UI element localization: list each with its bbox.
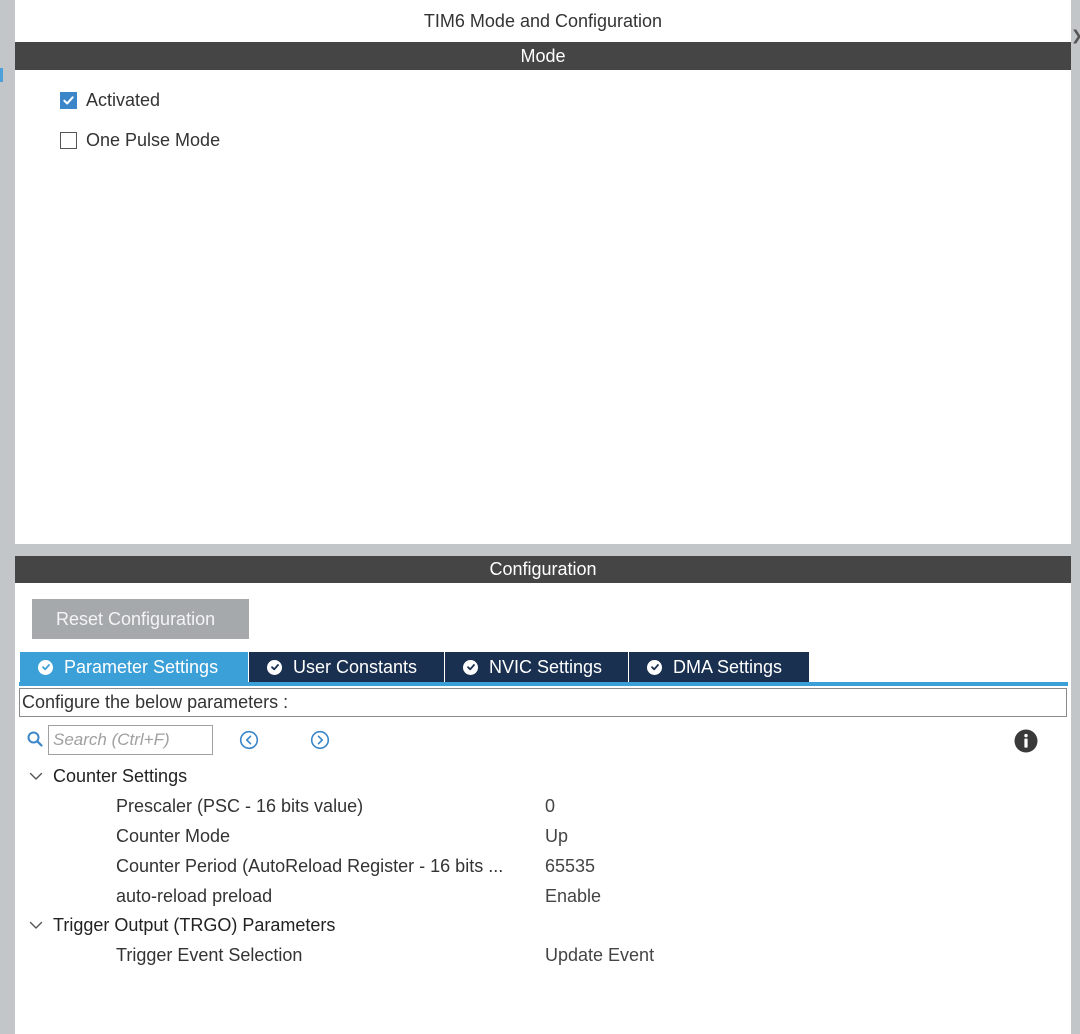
tab-user-constants[interactable]: User Constants <box>249 652 445 682</box>
left-edge-marker <box>0 68 3 82</box>
check-icon <box>63 95 74 104</box>
check-circle-icon <box>267 659 282 675</box>
chevron-left-circle-icon[interactable] <box>239 730 259 750</box>
search-input[interactable] <box>48 725 213 755</box>
param-name: Prescaler (PSC - 16 bits value) <box>116 796 364 816</box>
left-panel-edge <box>0 0 15 1034</box>
chevron-right-circle-icon[interactable] <box>310 730 330 750</box>
collapse-arrow-icon[interactable]: ❯ <box>1071 26 1080 44</box>
configuration-section-header: Configuration <box>15 556 1071 583</box>
one-pulse-mode-label: One Pulse Mode <box>86 129 221 150</box>
configure-hint: Configure the below parameters : <box>19 688 1067 717</box>
check-circle-icon <box>38 659 53 675</box>
right-panel-edge <box>1071 0 1080 1034</box>
mode-section-header: Mode <box>15 42 1071 70</box>
param-name: auto-reload preload <box>116 886 273 906</box>
counter-settings-group[interactable]: Counter Settings <box>28 764 187 788</box>
check-circle-icon <box>463 659 478 675</box>
panel-title: TIM6 Mode and Configuration <box>15 0 1071 42</box>
search-icon <box>27 731 43 747</box>
tab-dma-settings[interactable]: DMA Settings <box>629 652 810 682</box>
tab-label: NVIC Settings <box>489 656 603 677</box>
reset-configuration-button[interactable]: Reset Configuration <box>32 599 249 639</box>
one-pulse-mode-checkbox[interactable] <box>60 131 77 149</box>
param-name: Counter Mode <box>116 826 231 846</box>
trgo-parameters-group[interactable]: Trigger Output (TRGO) Parameters <box>28 913 335 937</box>
param-value[interactable]: 65535 <box>545 854 595 878</box>
param-name: Counter Period (AutoReload Register - 16… <box>116 856 504 876</box>
one-pulse-mode-checkbox-row[interactable]: One Pulse Mode <box>60 129 220 151</box>
param-value[interactable]: Up <box>545 824 568 848</box>
param-value[interactable]: Update Event <box>545 943 654 967</box>
chevron-down-icon[interactable] <box>28 768 44 784</box>
check-circle-icon <box>647 659 662 675</box>
tab-parameter-settings[interactable]: Parameter Settings <box>20 652 249 682</box>
param-name: Trigger Event Selection <box>116 945 303 965</box>
tab-label: Parameter Settings <box>64 656 219 677</box>
tab-nvic-settings[interactable]: NVIC Settings <box>445 652 629 682</box>
group-label: Counter Settings <box>53 765 188 786</box>
param-value[interactable]: Enable <box>545 884 601 908</box>
section-splitter[interactable] <box>15 544 1071 556</box>
tab-label: User Constants <box>293 656 418 677</box>
config-tabs: Parameter Settings User Constants NVIC S… <box>20 652 810 682</box>
activated-checkbox-row[interactable]: Activated <box>60 89 160 111</box>
activated-checkbox[interactable] <box>60 91 77 109</box>
group-label: Trigger Output (TRGO) Parameters <box>53 914 336 935</box>
tab-underline <box>19 682 1068 686</box>
chevron-down-icon[interactable] <box>28 917 44 933</box>
activated-label: Activated <box>86 89 161 110</box>
tab-label: DMA Settings <box>673 656 783 677</box>
param-value[interactable]: 0 <box>545 794 555 818</box>
info-icon[interactable] <box>1014 729 1038 753</box>
